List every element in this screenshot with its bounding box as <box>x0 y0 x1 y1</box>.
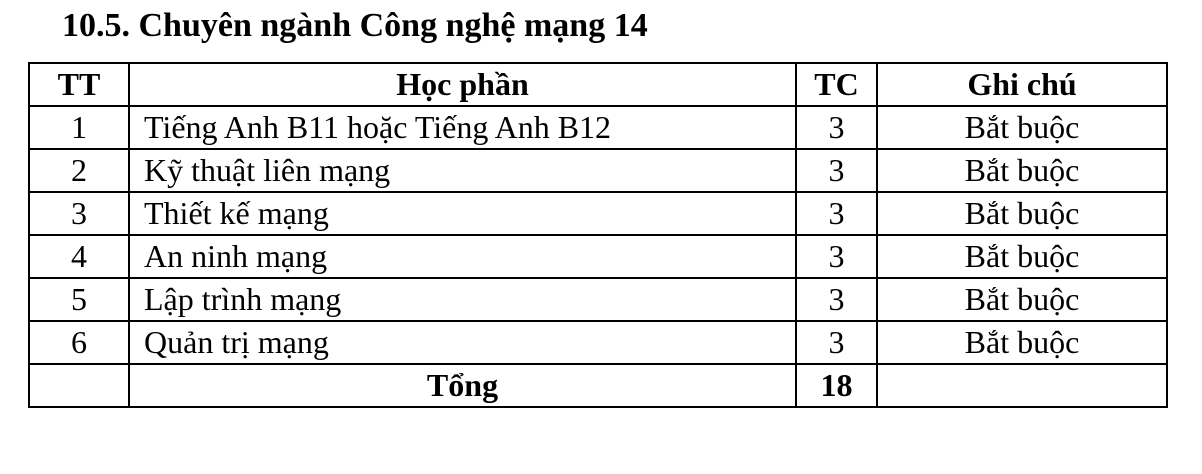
row-course-name: Lập trình mạng <box>128 277 797 322</box>
row-course-name: Kỹ thuật liên mạng <box>128 148 797 193</box>
row-note: Bắt buộc <box>876 320 1168 365</box>
row-credits: 3 <box>795 277 878 322</box>
row-index: 2 <box>28 148 130 193</box>
table-row: 3 Thiết kế mạng 3 Bắt buộc <box>28 191 1168 236</box>
table-row: 6 Quản trị mạng 3 Bắt buộc <box>28 320 1168 365</box>
row-credits: 3 <box>795 148 878 193</box>
table-row: 5 Lập trình mạng 3 Bắt buộc <box>28 277 1168 322</box>
row-credits: 3 <box>795 234 878 279</box>
row-note: Bắt buộc <box>876 234 1168 279</box>
table-row: 2 Kỹ thuật liên mạng 3 Bắt buộc <box>28 148 1168 193</box>
row-course-name: Thiết kế mạng <box>128 191 797 236</box>
total-note-empty-cell <box>876 363 1168 408</box>
row-course-name: Quản trị mạng <box>128 320 797 365</box>
row-index: 3 <box>28 191 130 236</box>
course-table: TT Học phần TC Ghi chú 1 Tiếng Anh B11 h… <box>28 62 1168 408</box>
header-credits: TC <box>795 62 878 107</box>
total-row: Tổng 18 <box>28 363 1168 408</box>
row-note: Bắt buộc <box>876 148 1168 193</box>
total-label: Tổng <box>128 363 797 408</box>
row-credits: 3 <box>795 320 878 365</box>
row-note: Bắt buộc <box>876 191 1168 236</box>
total-credits: 18 <box>795 363 878 408</box>
section-heading: 10.5. Chuyên ngành Công nghệ mạng 14 <box>62 7 648 44</box>
header-tt: TT <box>28 62 130 107</box>
table-header-row: TT Học phần TC Ghi chú <box>28 62 1168 107</box>
row-credits: 3 <box>795 191 878 236</box>
row-note: Bắt buộc <box>876 105 1168 150</box>
row-credits: 3 <box>795 105 878 150</box>
table-row: 4 An ninh mạng 3 Bắt buộc <box>28 234 1168 279</box>
header-course-name: Học phần <box>128 62 797 107</box>
row-index: 4 <box>28 234 130 279</box>
header-note: Ghi chú <box>876 62 1168 107</box>
table-row: 1 Tiếng Anh B11 hoặc Tiếng Anh B12 3 Bắt… <box>28 105 1168 150</box>
row-index: 5 <box>28 277 130 322</box>
row-note: Bắt buộc <box>876 277 1168 322</box>
row-course-name: Tiếng Anh B11 hoặc Tiếng Anh B12 <box>128 105 797 150</box>
total-empty-cell <box>28 363 130 408</box>
row-index: 6 <box>28 320 130 365</box>
row-course-name: An ninh mạng <box>128 234 797 279</box>
row-index: 1 <box>28 105 130 150</box>
